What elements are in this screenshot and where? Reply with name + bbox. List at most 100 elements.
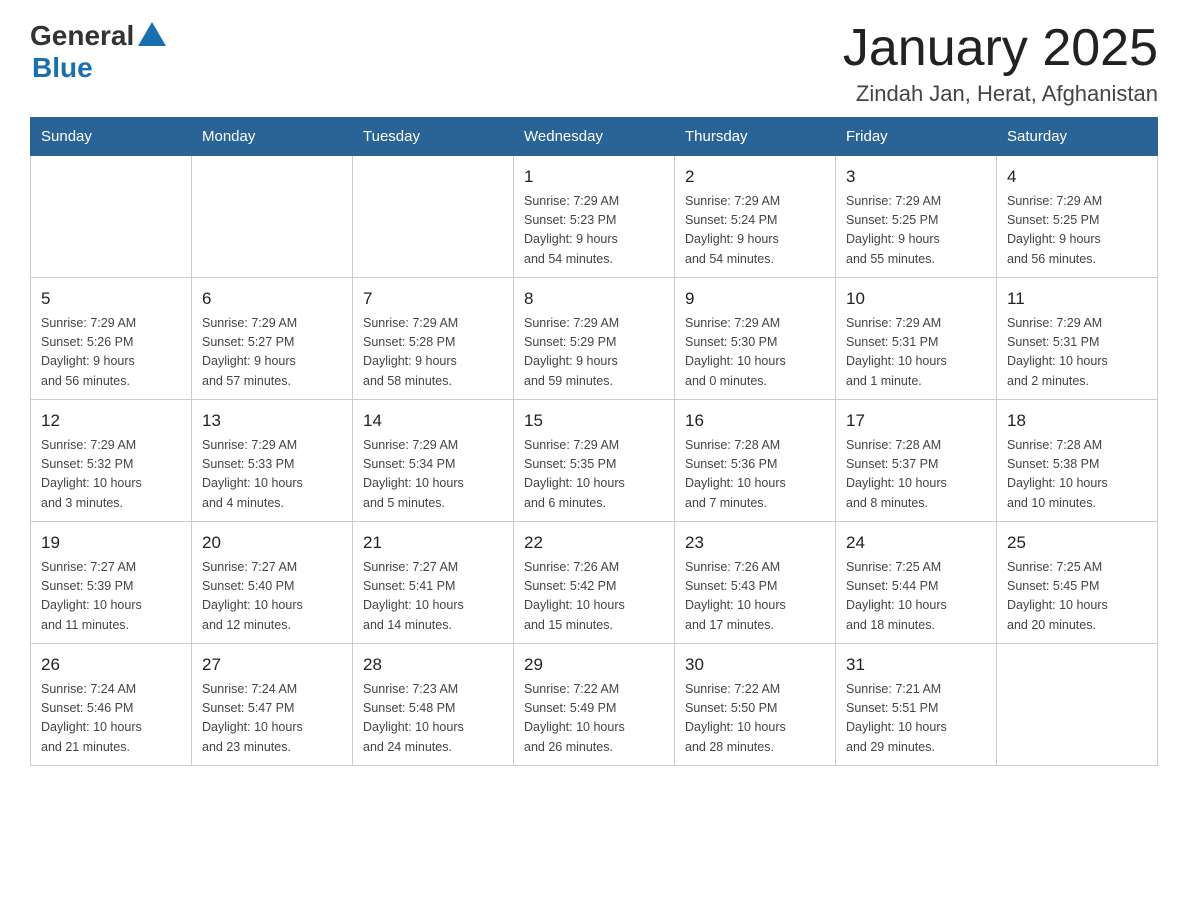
day-number: 20 xyxy=(202,530,342,556)
calendar-table: SundayMondayTuesdayWednesdayThursdayFrid… xyxy=(30,117,1158,766)
header-tuesday: Tuesday xyxy=(353,118,514,156)
calendar-header-row: SundayMondayTuesdayWednesdayThursdayFrid… xyxy=(31,118,1158,156)
day-number: 6 xyxy=(202,286,342,312)
title-area: January 2025 Zindah Jan, Herat, Afghanis… xyxy=(843,20,1158,107)
week-row-1: 1Sunrise: 7:29 AM Sunset: 5:23 PM Daylig… xyxy=(31,156,1158,278)
day-info: Sunrise: 7:27 AM Sunset: 5:39 PM Dayligh… xyxy=(41,558,181,636)
day-info: Sunrise: 7:28 AM Sunset: 5:38 PM Dayligh… xyxy=(1007,436,1147,514)
day-number: 3 xyxy=(846,164,986,190)
week-row-3: 12Sunrise: 7:29 AM Sunset: 5:32 PM Dayli… xyxy=(31,400,1158,522)
day-number: 24 xyxy=(846,530,986,556)
calendar-cell: 24Sunrise: 7:25 AM Sunset: 5:44 PM Dayli… xyxy=(836,522,997,644)
calendar-cell: 1Sunrise: 7:29 AM Sunset: 5:23 PM Daylig… xyxy=(514,156,675,278)
day-info: Sunrise: 7:28 AM Sunset: 5:37 PM Dayligh… xyxy=(846,436,986,514)
day-info: Sunrise: 7:29 AM Sunset: 5:31 PM Dayligh… xyxy=(846,314,986,392)
calendar-cell: 19Sunrise: 7:27 AM Sunset: 5:39 PM Dayli… xyxy=(31,522,192,644)
day-number: 2 xyxy=(685,164,825,190)
calendar-cell: 15Sunrise: 7:29 AM Sunset: 5:35 PM Dayli… xyxy=(514,400,675,522)
day-info: Sunrise: 7:29 AM Sunset: 5:32 PM Dayligh… xyxy=(41,436,181,514)
day-number: 12 xyxy=(41,408,181,434)
calendar-cell: 29Sunrise: 7:22 AM Sunset: 5:49 PM Dayli… xyxy=(514,644,675,766)
day-info: Sunrise: 7:29 AM Sunset: 5:28 PM Dayligh… xyxy=(363,314,503,392)
day-number: 26 xyxy=(41,652,181,678)
calendar-cell: 17Sunrise: 7:28 AM Sunset: 5:37 PM Dayli… xyxy=(836,400,997,522)
logo-triangle-icon xyxy=(138,22,166,46)
calendar-cell xyxy=(31,156,192,278)
calendar-location: Zindah Jan, Herat, Afghanistan xyxy=(843,81,1158,107)
day-info: Sunrise: 7:23 AM Sunset: 5:48 PM Dayligh… xyxy=(363,680,503,758)
day-number: 13 xyxy=(202,408,342,434)
day-info: Sunrise: 7:29 AM Sunset: 5:27 PM Dayligh… xyxy=(202,314,342,392)
day-info: Sunrise: 7:29 AM Sunset: 5:29 PM Dayligh… xyxy=(524,314,664,392)
header-monday: Monday xyxy=(192,118,353,156)
day-number: 29 xyxy=(524,652,664,678)
calendar-cell: 12Sunrise: 7:29 AM Sunset: 5:32 PM Dayli… xyxy=(31,400,192,522)
day-info: Sunrise: 7:29 AM Sunset: 5:24 PM Dayligh… xyxy=(685,192,825,270)
day-number: 16 xyxy=(685,408,825,434)
day-number: 21 xyxy=(363,530,503,556)
calendar-cell: 22Sunrise: 7:26 AM Sunset: 5:42 PM Dayli… xyxy=(514,522,675,644)
day-number: 23 xyxy=(685,530,825,556)
logo-general-text: General xyxy=(30,20,134,52)
calendar-cell: 26Sunrise: 7:24 AM Sunset: 5:46 PM Dayli… xyxy=(31,644,192,766)
day-info: Sunrise: 7:26 AM Sunset: 5:43 PM Dayligh… xyxy=(685,558,825,636)
day-number: 4 xyxy=(1007,164,1147,190)
calendar-cell: 31Sunrise: 7:21 AM Sunset: 5:51 PM Dayli… xyxy=(836,644,997,766)
week-row-5: 26Sunrise: 7:24 AM Sunset: 5:46 PM Dayli… xyxy=(31,644,1158,766)
header-thursday: Thursday xyxy=(675,118,836,156)
calendar-cell: 23Sunrise: 7:26 AM Sunset: 5:43 PM Dayli… xyxy=(675,522,836,644)
logo: General Blue xyxy=(30,20,166,84)
day-info: Sunrise: 7:27 AM Sunset: 5:41 PM Dayligh… xyxy=(363,558,503,636)
calendar-cell: 27Sunrise: 7:24 AM Sunset: 5:47 PM Dayli… xyxy=(192,644,353,766)
day-number: 27 xyxy=(202,652,342,678)
calendar-cell: 13Sunrise: 7:29 AM Sunset: 5:33 PM Dayli… xyxy=(192,400,353,522)
day-info: Sunrise: 7:27 AM Sunset: 5:40 PM Dayligh… xyxy=(202,558,342,636)
day-info: Sunrise: 7:29 AM Sunset: 5:26 PM Dayligh… xyxy=(41,314,181,392)
calendar-cell: 10Sunrise: 7:29 AM Sunset: 5:31 PM Dayli… xyxy=(836,278,997,400)
day-number: 8 xyxy=(524,286,664,312)
header-saturday: Saturday xyxy=(997,118,1158,156)
week-row-4: 19Sunrise: 7:27 AM Sunset: 5:39 PM Dayli… xyxy=(31,522,1158,644)
header-friday: Friday xyxy=(836,118,997,156)
header-wednesday: Wednesday xyxy=(514,118,675,156)
calendar-cell: 18Sunrise: 7:28 AM Sunset: 5:38 PM Dayli… xyxy=(997,400,1158,522)
calendar-cell: 21Sunrise: 7:27 AM Sunset: 5:41 PM Dayli… xyxy=(353,522,514,644)
day-info: Sunrise: 7:29 AM Sunset: 5:25 PM Dayligh… xyxy=(846,192,986,270)
calendar-cell: 8Sunrise: 7:29 AM Sunset: 5:29 PM Daylig… xyxy=(514,278,675,400)
day-info: Sunrise: 7:24 AM Sunset: 5:46 PM Dayligh… xyxy=(41,680,181,758)
day-info: Sunrise: 7:25 AM Sunset: 5:45 PM Dayligh… xyxy=(1007,558,1147,636)
day-info: Sunrise: 7:29 AM Sunset: 5:35 PM Dayligh… xyxy=(524,436,664,514)
calendar-cell: 25Sunrise: 7:25 AM Sunset: 5:45 PM Dayli… xyxy=(997,522,1158,644)
header: General Blue January 2025 Zindah Jan, He… xyxy=(30,20,1158,107)
header-sunday: Sunday xyxy=(31,118,192,156)
calendar-title: January 2025 xyxy=(843,20,1158,77)
day-number: 1 xyxy=(524,164,664,190)
day-number: 15 xyxy=(524,408,664,434)
calendar-cell: 20Sunrise: 7:27 AM Sunset: 5:40 PM Dayli… xyxy=(192,522,353,644)
day-info: Sunrise: 7:26 AM Sunset: 5:42 PM Dayligh… xyxy=(524,558,664,636)
day-number: 18 xyxy=(1007,408,1147,434)
calendar-cell xyxy=(353,156,514,278)
day-number: 19 xyxy=(41,530,181,556)
day-number: 9 xyxy=(685,286,825,312)
calendar-cell: 30Sunrise: 7:22 AM Sunset: 5:50 PM Dayli… xyxy=(675,644,836,766)
day-info: Sunrise: 7:22 AM Sunset: 5:50 PM Dayligh… xyxy=(685,680,825,758)
logo-blue-text: Blue xyxy=(32,52,93,84)
calendar-cell xyxy=(997,644,1158,766)
day-info: Sunrise: 7:29 AM Sunset: 5:25 PM Dayligh… xyxy=(1007,192,1147,270)
day-number: 22 xyxy=(524,530,664,556)
calendar-cell: 16Sunrise: 7:28 AM Sunset: 5:36 PM Dayli… xyxy=(675,400,836,522)
calendar-cell: 7Sunrise: 7:29 AM Sunset: 5:28 PM Daylig… xyxy=(353,278,514,400)
calendar-cell: 5Sunrise: 7:29 AM Sunset: 5:26 PM Daylig… xyxy=(31,278,192,400)
day-number: 17 xyxy=(846,408,986,434)
day-number: 30 xyxy=(685,652,825,678)
day-info: Sunrise: 7:29 AM Sunset: 5:33 PM Dayligh… xyxy=(202,436,342,514)
calendar-cell: 3Sunrise: 7:29 AM Sunset: 5:25 PM Daylig… xyxy=(836,156,997,278)
day-info: Sunrise: 7:29 AM Sunset: 5:31 PM Dayligh… xyxy=(1007,314,1147,392)
day-info: Sunrise: 7:28 AM Sunset: 5:36 PM Dayligh… xyxy=(685,436,825,514)
day-number: 11 xyxy=(1007,286,1147,312)
day-info: Sunrise: 7:24 AM Sunset: 5:47 PM Dayligh… xyxy=(202,680,342,758)
day-number: 10 xyxy=(846,286,986,312)
day-info: Sunrise: 7:21 AM Sunset: 5:51 PM Dayligh… xyxy=(846,680,986,758)
calendar-cell: 28Sunrise: 7:23 AM Sunset: 5:48 PM Dayli… xyxy=(353,644,514,766)
